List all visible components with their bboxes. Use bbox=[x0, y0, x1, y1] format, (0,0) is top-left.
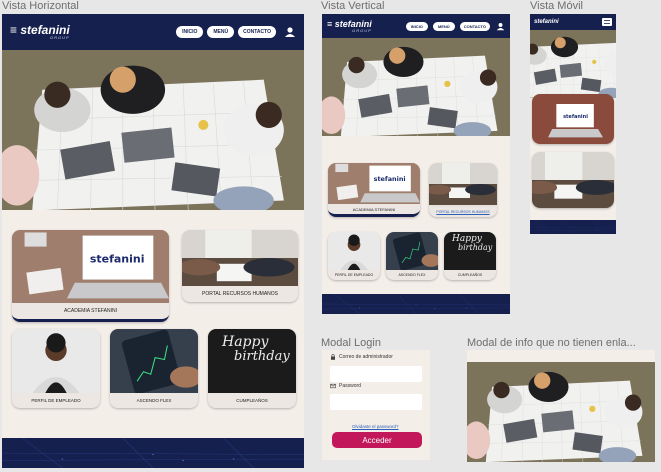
card-portal[interactable]: PORTAL RECURSOS HUMANOS bbox=[182, 230, 298, 302]
forgot-password-link[interactable]: Olvidaste el password? bbox=[352, 424, 399, 429]
card-ascendo-label: ASCENDO FLEX bbox=[110, 393, 198, 408]
login-modal: Correo de administrador Password Olvidas… bbox=[322, 350, 430, 460]
email-field[interactable] bbox=[330, 366, 422, 382]
card-perfil-label-vertical: PERFIL DE EMPLEADO bbox=[328, 270, 380, 280]
card-academia-vertical[interactable]: ACADEMIA STEFANINI bbox=[328, 163, 420, 217]
card-cumple-label-vertical: CUMPLEAÑOS bbox=[444, 270, 496, 280]
card-portal-label: PORTAL RECURSOS HUMANOS bbox=[182, 286, 298, 302]
card-portal-mobile[interactable] bbox=[532, 152, 614, 208]
stefanini-logo-vertical[interactable]: ≡ stefanini GROUP bbox=[327, 19, 372, 33]
card-ascendo[interactable]: ASCENDO FLEX bbox=[110, 329, 198, 408]
card-portal-label-vertical: PORTAL RECURSOS HUMANOS bbox=[429, 207, 497, 217]
card-portal-vertical[interactable]: PORTAL RECURSOS HUMANOS bbox=[429, 163, 497, 217]
card-perfil-label: PERFIL DE EMPLEADO bbox=[12, 393, 100, 408]
birthday-art: Happy birthday bbox=[222, 334, 290, 365]
hamburger-menu-icon[interactable] bbox=[602, 18, 612, 26]
lock-icon bbox=[331, 354, 335, 360]
birthday-art-vertical: Happy birthday bbox=[452, 234, 493, 253]
hero-photo-vertical bbox=[322, 38, 510, 136]
email-label: Correo de administrador bbox=[330, 354, 393, 360]
card-cumple[interactable]: Happy birthday CUMPLEAÑOS bbox=[208, 329, 296, 408]
logo-sub-vertical: GROUP bbox=[352, 27, 372, 33]
user-icon-vertical[interactable] bbox=[496, 22, 505, 31]
frame-label-login: Modal Login bbox=[321, 337, 381, 349]
frame-label-horizontal: Vista Horizontal bbox=[2, 0, 79, 12]
frame-label-info-modal: Modal de info que no tienen enla... bbox=[467, 337, 636, 349]
envelope-icon bbox=[330, 383, 336, 389]
password-label: Password bbox=[330, 383, 361, 389]
info-modal-frame bbox=[467, 350, 655, 462]
frame-label-mobile: Vista Móvil bbox=[530, 0, 583, 12]
hero-photo bbox=[2, 50, 304, 210]
card-cumple-vertical[interactable]: Happy birthday CUMPLEAÑOS bbox=[444, 232, 496, 280]
nav-contacto-button[interactable]: CONTACTO bbox=[238, 26, 276, 38]
frame-label-vertical: Vista Vertical bbox=[321, 0, 385, 12]
card-perfil-vertical[interactable]: PERFIL DE EMPLEADO bbox=[328, 232, 380, 280]
acceder-button[interactable]: Acceder bbox=[332, 432, 422, 448]
footer-mobile bbox=[530, 220, 616, 234]
hero-photo-mobile bbox=[530, 30, 616, 98]
logo-sub: GROUP bbox=[50, 35, 70, 40]
footer bbox=[2, 438, 304, 468]
user-icon[interactable] bbox=[284, 26, 296, 38]
navbar-vertical: ≡ stefanini GROUP INICIO MENÚ CONTACTO bbox=[322, 14, 510, 38]
card-ascendo-vertical[interactable]: ASCENDO FLEX bbox=[386, 232, 438, 280]
card-academia-label: ACADEMIA STEFANINI bbox=[12, 303, 169, 319]
nav-inicio-button-vertical[interactable]: INICIO bbox=[405, 21, 428, 31]
card-perfil[interactable]: PERFIL DE EMPLEADO bbox=[12, 329, 100, 408]
mobile-view-frame: stefanini bbox=[530, 14, 616, 234]
vertical-view-frame: ≡ stefanini GROUP INICIO MENÚ CONTACTO A… bbox=[322, 14, 510, 314]
nav-contacto-button-vertical[interactable]: CONTACTO bbox=[459, 21, 490, 31]
card-cumple-label: CUMPLEAÑOS bbox=[208, 393, 296, 408]
card-academia-mobile[interactable] bbox=[532, 94, 614, 144]
card-academia-label-vertical: ACADEMIA STEFANINI bbox=[328, 204, 420, 214]
navbar-mobile: stefanini bbox=[530, 14, 616, 30]
nav-menu-button-vertical[interactable]: MENÚ bbox=[432, 21, 455, 31]
stefanini-logo-mobile[interactable]: stefanini bbox=[534, 19, 559, 25]
logo-text-mobile: stefanini bbox=[534, 19, 559, 25]
info-modal-photo bbox=[467, 362, 655, 462]
password-field[interactable] bbox=[330, 394, 422, 410]
navbar: ≡ stefanini GROUP INICIO MENÚ CONTACTO bbox=[2, 14, 304, 50]
card-ascendo-label-vertical: ASCENDO FLEX bbox=[386, 270, 438, 280]
nav-menu-button[interactable]: MENÚ bbox=[207, 26, 235, 38]
nav-inicio-button[interactable]: INICIO bbox=[176, 26, 204, 38]
card-academia[interactable]: ACADEMIA STEFANINI bbox=[12, 230, 169, 322]
horizontal-view-frame: ≡ stefanini GROUP INICIO MENÚ CONTACTO A… bbox=[2, 14, 304, 468]
stefanini-logo[interactable]: ≡ stefanini GROUP bbox=[10, 24, 70, 40]
footer-vertical bbox=[322, 294, 510, 314]
